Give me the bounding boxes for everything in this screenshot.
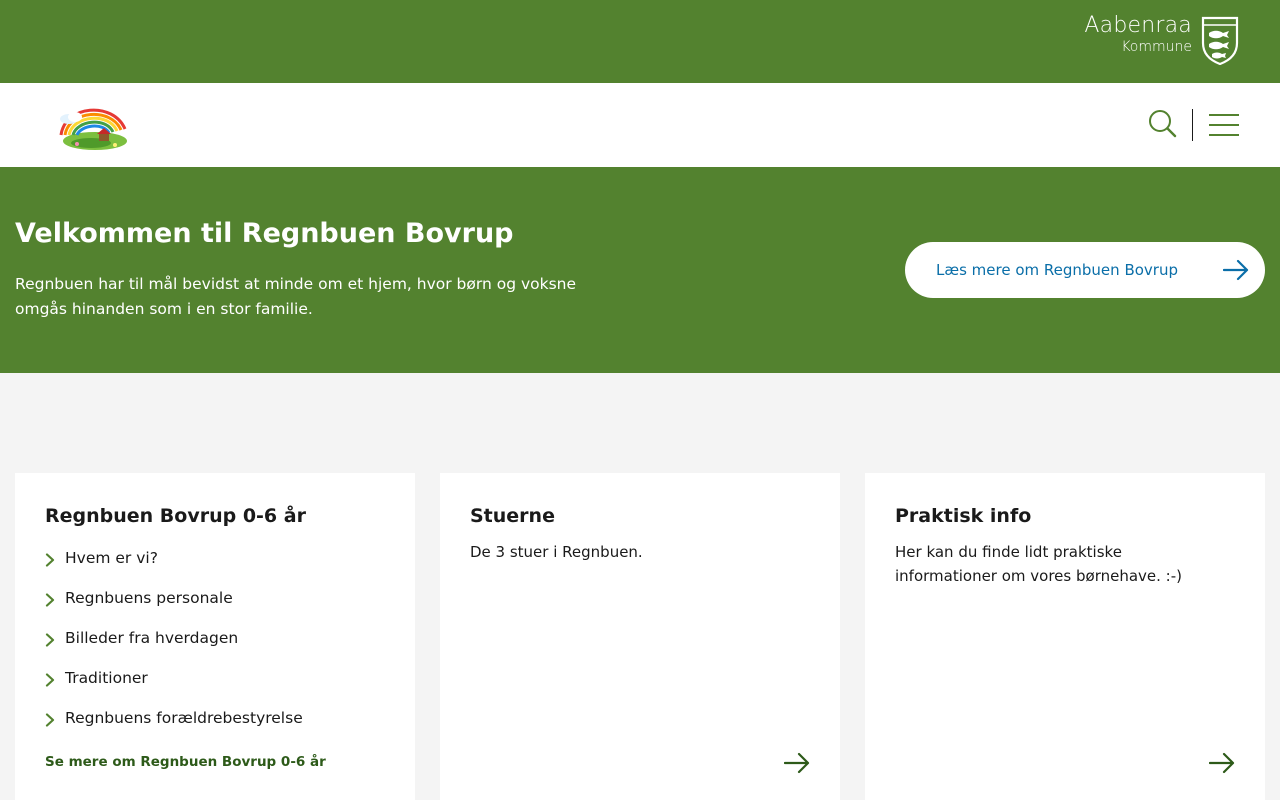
card-title: Regnbuen Bovrup 0-6 år: [45, 505, 306, 527]
site-navbar: [0, 83, 1280, 167]
arrow-right-icon[interactable]: [1209, 752, 1235, 774]
shield-crest-icon: [1201, 16, 1239, 65]
hero-description: Regnbuen har til mål bevidst at minde om…: [15, 275, 577, 318]
list-item-traditioner[interactable]: Traditioner: [45, 669, 303, 709]
search-icon[interactable]: [1146, 108, 1178, 140]
chevron-right-icon: [45, 673, 55, 687]
read-more-button[interactable]: Læs mere om Regnbuen Bovrup: [905, 242, 1265, 298]
list-item-label: Regnbuens forældrebestyrelse: [65, 709, 303, 727]
see-more-link[interactable]: Se mere om Regnbuen Bovrup 0-6 år: [45, 754, 326, 770]
list-item-label: Hvem er vi?: [65, 549, 158, 567]
rainbow-logo-icon[interactable]: [55, 99, 131, 151]
card-regnbuen-bovrup: Regnbuen Bovrup 0-6 år Hvem er vi? Regnb…: [15, 473, 415, 800]
list-item-bestyrelse[interactable]: Regnbuens forældrebestyrelse: [45, 709, 303, 749]
top-bar: Aabenraa Kommune: [0, 0, 1280, 83]
card-title: Stuerne: [470, 505, 555, 527]
hero-banner: Velkommen til Regnbuen Bovrup Regnbuen h…: [0, 167, 1280, 373]
arrow-right-icon: [1223, 259, 1249, 281]
chevron-right-icon: [45, 713, 55, 727]
municipality-logo[interactable]: Aabenraa Kommune: [1084, 15, 1240, 65]
chevron-right-icon: [45, 593, 55, 607]
hamburger-menu-icon[interactable]: [1207, 112, 1241, 138]
card-title: Praktisk info: [895, 505, 1032, 527]
arrow-right-icon[interactable]: [784, 752, 810, 774]
list-item-label: Traditioner: [65, 669, 148, 687]
card-description: De 3 stuer i Regnbuen.: [470, 543, 643, 561]
list-item-hvem-er-vi[interactable]: Hvem er vi?: [45, 549, 303, 589]
read-more-label: Læs mere om Regnbuen Bovrup: [936, 261, 1178, 279]
list-item-label: Billeder fra hverdagen: [65, 629, 239, 647]
hero-title: Velkommen til Regnbuen Bovrup: [15, 218, 514, 249]
municipality-wordmark: Aabenraa Kommune: [1084, 13, 1192, 55]
chevron-right-icon: [45, 633, 55, 647]
municipality-subtitle: Kommune: [1121, 39, 1192, 55]
card-stuerne[interactable]: Stuerne De 3 stuer i Regnbuen.: [440, 473, 840, 800]
list-item-billeder[interactable]: Billeder fra hverdagen: [45, 629, 303, 669]
municipality-name: Aabenraa: [1084, 13, 1192, 38]
list-item-label: Regnbuens personale: [65, 589, 233, 607]
nav-divider: [1192, 109, 1193, 141]
card-link-list: Hvem er vi? Regnbuens personale Billeder…: [45, 549, 303, 749]
card-description: Her kan du finde lidt praktiske informat…: [895, 543, 1182, 585]
card-praktisk-info[interactable]: Praktisk info Her kan du finde lidt prak…: [865, 473, 1265, 800]
list-item-personale[interactable]: Regnbuens personale: [45, 589, 303, 629]
chevron-right-icon: [45, 553, 55, 567]
